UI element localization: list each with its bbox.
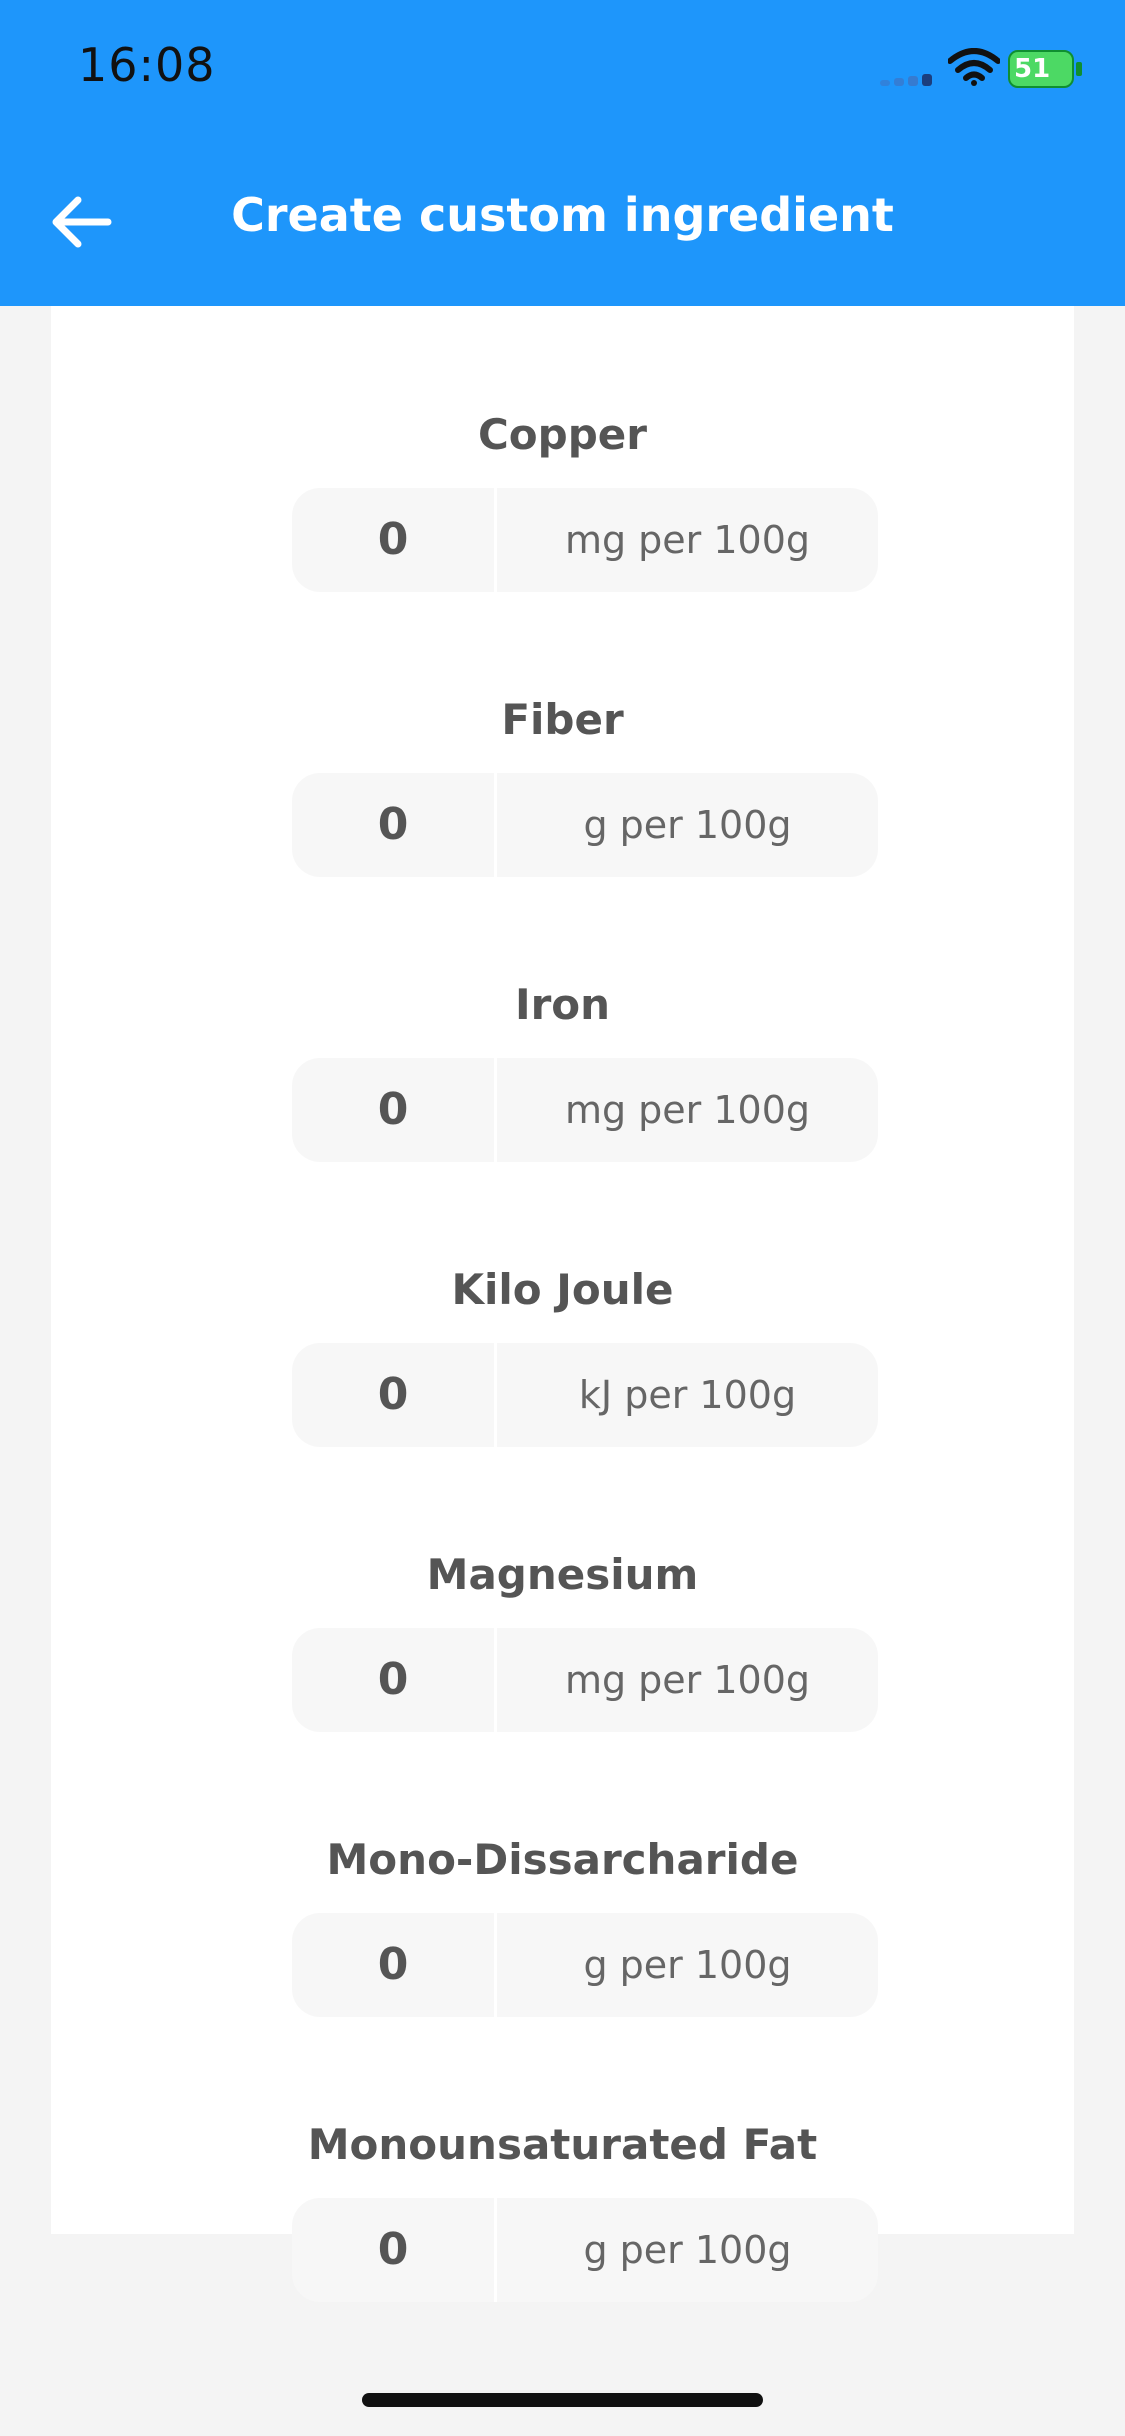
nutrient-label: Mono-Dissarcharide (326, 1835, 799, 1884)
wifi-icon (948, 48, 1000, 86)
nutrient-value-input[interactable]: 0 (292, 773, 494, 877)
nutrient-unit-label: mg per 100g (564, 1088, 811, 1132)
nutrient-field-copper: Copper 0 mg per 100g (51, 410, 1074, 630)
nutrient-input-group: 0 g per 100g (292, 2198, 878, 2302)
nutrient-input-group: 0 kJ per 100g (292, 1343, 878, 1447)
nutrient-field-monounsaturated-fat: Monounsaturated Fat 0 g per 100g (51, 2120, 1074, 2340)
nutrient-input-group: 0 mg per 100g (292, 1628, 878, 1732)
home-indicator[interactable] (362, 2393, 763, 2407)
nutrient-field-mono-dissarcharide: Mono-Dissarcharide 0 g per 100g (51, 1835, 1074, 2055)
nutrient-value-input[interactable]: 0 (292, 1058, 494, 1162)
status-time: 16:08 (78, 38, 216, 92)
nutrient-value-input[interactable]: 0 (292, 1913, 494, 2017)
nutrient-field-fiber: Fiber 0 g per 100g (51, 695, 1074, 915)
nutrient-form-card: Copper 0 mg per 100g Fiber 0 g per 100g … (51, 306, 1074, 2302)
page-title: Create custom ingredient (231, 188, 894, 242)
battery-nub (1076, 62, 1082, 76)
nutrient-input-group: 0 mg per 100g (292, 1058, 878, 1162)
nutrient-label: Copper (477, 410, 647, 459)
battery-icon: 51 (1008, 50, 1074, 88)
nutrient-input-group: 0 g per 100g (292, 1913, 878, 2017)
nutrient-unit-label: g per 100g (583, 1943, 792, 1987)
nutrient-value-input[interactable]: 0 (292, 488, 494, 592)
nutrient-input-group: 0 g per 100g (292, 773, 878, 877)
nutrient-label: Kilo Joule (451, 1265, 674, 1314)
cellular-signal-icon (880, 74, 934, 86)
nutrient-value-input[interactable]: 0 (292, 1343, 494, 1447)
nutrient-unit-label: mg per 100g (564, 518, 811, 562)
nutrient-input-group: 0 mg per 100g (292, 488, 878, 592)
nutrient-label: Magnesium (426, 1550, 699, 1599)
nutrient-unit-label: g per 100g (583, 803, 792, 847)
nutrient-unit-label: kJ per 100g (578, 1373, 797, 1417)
app-header: 16:08 51 Create custom ingredient (0, 0, 1125, 306)
nutrient-unit-label: mg per 100g (564, 1658, 811, 1702)
nutrient-unit-label: g per 100g (583, 2228, 792, 2272)
nutrient-field-kilo-joule: Kilo Joule 0 kJ per 100g (51, 1265, 1074, 1485)
nutrient-value-input[interactable]: 0 (292, 2198, 494, 2302)
nutrient-value-input[interactable]: 0 (292, 1628, 494, 1732)
nutrient-field-magnesium: Magnesium 0 mg per 100g (51, 1550, 1074, 1770)
nutrient-field-iron: Iron 0 mg per 100g (51, 980, 1074, 1200)
nutrient-label: Iron (514, 980, 611, 1029)
nutrient-label: Fiber (501, 695, 624, 744)
battery-level: 51 (1014, 54, 1051, 84)
nutrient-label: Monounsaturated Fat (307, 2120, 818, 2169)
